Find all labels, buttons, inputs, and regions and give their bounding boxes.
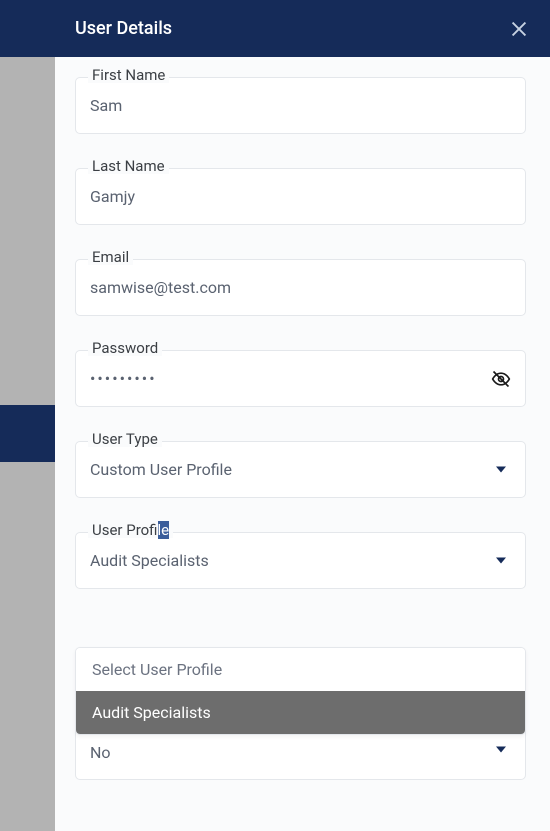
- email-field-container: Email: [75, 259, 526, 316]
- user-profile-select[interactable]: Audit Specialists: [76, 533, 525, 588]
- user-details-modal: User Details First Name Last Name Email …: [55, 0, 550, 831]
- password-field-container: Password: [75, 350, 526, 407]
- eye-off-icon[interactable]: [491, 369, 511, 389]
- dropdown-option-placeholder[interactable]: Select User Profile: [76, 648, 525, 691]
- close-icon[interactable]: [508, 18, 530, 40]
- modal-title: User Details: [75, 18, 172, 39]
- last-name-label: Last Name: [88, 159, 169, 174]
- password-input[interactable]: [76, 351, 525, 406]
- user-type-label: User Type: [88, 432, 162, 447]
- user-profile-dropdown: Select User Profile Audit Specialists: [75, 647, 526, 735]
- last-name-input[interactable]: [76, 169, 525, 224]
- user-type-field-container: User Type Custom User Profile: [75, 441, 526, 498]
- dropdown-option-audit-specialists[interactable]: Audit Specialists: [76, 691, 525, 734]
- user-profile-label: User Profile: [88, 523, 173, 538]
- user-profile-field-container: User Profile Audit Specialists: [75, 532, 526, 589]
- last-name-field-container: Last Name: [75, 168, 526, 225]
- password-label: Password: [88, 341, 162, 356]
- first-name-label: First Name: [88, 68, 169, 83]
- email-input[interactable]: [76, 260, 525, 315]
- modal-header: User Details: [55, 0, 550, 57]
- first-name-field-container: First Name: [75, 77, 526, 134]
- email-label: Email: [88, 250, 133, 265]
- first-name-input[interactable]: [76, 78, 525, 133]
- user-type-select[interactable]: Custom User Profile: [76, 442, 525, 497]
